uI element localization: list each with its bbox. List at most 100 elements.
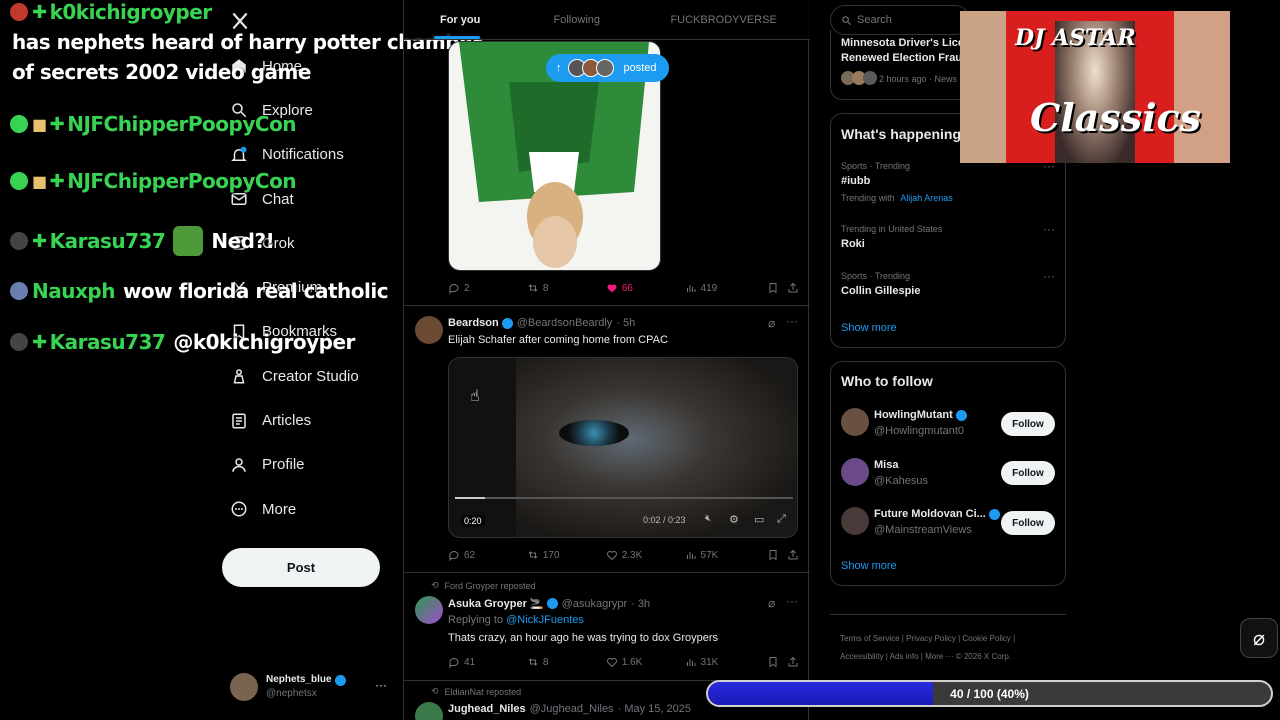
like-count: 66 [621,282,633,294]
more-dots-icon[interactable]: ··· [1043,269,1055,283]
search-icon [842,15,852,25]
eye-shape [559,420,629,446]
heart-icon [606,658,617,668]
show-more-link[interactable]: Show more [841,560,897,572]
reply-button[interactable]: 62 [448,549,527,561]
post-button[interactable]: Post [222,548,380,587]
kick-badge-icon [10,172,28,190]
account-switcher[interactable]: Nephets_blue @nephetsx ··· [230,670,390,704]
plus-badge-icon: ✚ [32,331,47,353]
grok-floating-button[interactable]: ⌀ [1240,618,1278,658]
tweet-time[interactable]: · 3h [631,598,650,610]
settings-icon[interactable]: ⚙ [729,513,739,526]
bookmark-button[interactable] [767,282,787,294]
repost-label[interactable]: EldianNat reposted [445,687,522,697]
author-handle[interactable]: @Jughead_Niles [530,703,614,715]
fullscreen-icon[interactable]: ⤢ [777,513,786,526]
bookmark-button[interactable] [767,549,787,561]
view-count: 31K [700,656,719,668]
repost-count: 8 [542,282,549,294]
nav-more[interactable]: More [222,487,402,531]
chat-message: ✚ Karasu737 Ned?! [10,226,275,256]
repost-button[interactable]: 170 [527,549,606,561]
video-scrubber[interactable] [455,497,793,499]
repost-button[interactable]: 8 [527,282,606,294]
more-dots-icon[interactable]: ··· [786,594,798,608]
repost-label[interactable]: Ford Groyper reposted [445,581,536,591]
trend-category: Sports · Trending [841,161,911,171]
posted-pill[interactable]: ↑ posted [546,54,669,82]
chat-badge-icon [10,3,28,21]
more-dots-icon[interactable]: ··· [375,678,387,692]
tweet-actions: 41 8 1.6K 31K [448,656,803,668]
tweet-video[interactable]: 0:20 0:02 / 0:23 🔇︎ ⚙ ▭ ⤢ [448,357,798,538]
tweet-text: Elijah Schafer after coming home from CP… [448,334,668,346]
follow-button[interactable]: Follow [1001,461,1055,485]
author-handle[interactable]: @asukagrypr [562,598,628,610]
more-dots-icon[interactable]: ··· [1043,222,1055,236]
follow-name: Future Moldovan Ci... [874,508,986,520]
tweet-time[interactable]: · 5h [616,317,635,329]
tab-following[interactable]: Following [516,0,637,39]
reply-button[interactable]: 2 [448,282,527,294]
pip-icon[interactable]: ▭ [754,513,764,526]
trend-extra-link[interactable]: Alijah Arenas [900,193,953,203]
like-button[interactable]: 2.3K [606,549,685,561]
video-duration: 0:20 [461,515,485,527]
author-handle[interactable]: @BeardsonBeardly [517,317,613,329]
footer-links[interactable]: Terms of Service | Privacy Policy | Cook… [840,634,1015,643]
dj-main-text: Classics [1030,95,1202,140]
bookmark-button[interactable] [767,656,787,668]
chat-username: Nauxph [32,279,115,303]
views-button[interactable]: 419 [685,282,768,294]
nav-profile[interactable]: Profile [222,443,402,487]
timeline-tabs: For you Following FUCKBRODYVERSE [404,0,810,40]
share-button[interactable] [787,282,803,294]
like-button[interactable]: 66 [606,282,685,294]
reply-button[interactable]: 41 [448,656,527,668]
repost-button[interactable]: 8 [527,656,606,668]
trend-name: Roki [841,238,865,250]
tab-fuckbrodyverse[interactable]: FUCKBRODYVERSE [637,0,810,39]
reply-to-link[interactable]: @NickJFuentes [506,614,584,626]
nav-label-creator-studio: Creator Studio [262,367,359,385]
repost-context: ⟲ EldianNat reposted [431,686,521,697]
chat-text: Ned?! [211,229,275,253]
avatar[interactable] [415,596,443,624]
views-button[interactable]: 57K [685,549,768,561]
tab-for-you[interactable]: For you [404,0,516,39]
show-more-link[interactable]: Show more [841,322,897,334]
reply-icon [449,551,459,561]
follow-button[interactable]: Follow [1001,511,1055,535]
mute-icon[interactable]: 🔇︎ [705,513,711,524]
tweet-time[interactable]: · May 15, 2025 [618,703,691,715]
bookmark-icon [769,657,777,668]
plus-badge-icon: ✚ [32,1,47,23]
tweet-header: Asuka Groyper 🚬 @asukagrypr · 3h [448,597,650,611]
chat-message: ✚ k0kichigroyper [10,0,212,24]
share-icon [788,282,798,293]
follow-handle: @MainstreamViews [874,524,972,536]
author-name[interactable]: Jughead_Niles [448,703,526,715]
grok-icon[interactable]: ⌀ [768,596,775,610]
tweet-actions: 2 8 66 419 [448,282,803,294]
share-button[interactable] [787,656,803,668]
share-button[interactable] [787,549,803,561]
author-name[interactable]: Asuka Groyper [448,598,527,610]
follow-button[interactable]: Follow [1001,412,1055,436]
footer-links[interactable]: Accessibility | Ads info | More ··· © 20… [840,652,1011,661]
grok-icon[interactable]: ⌀ [768,316,775,330]
author-name[interactable]: Beardson [448,317,499,329]
repost-icon [528,284,538,292]
like-button[interactable]: 1.6K [606,656,685,668]
search-placeholder: Search [857,14,892,26]
emoji-icon: 🚬 [529,598,544,610]
article-icon [232,413,246,429]
avatar[interactable] [415,702,443,720]
nav-creator-studio[interactable]: Creator Studio [222,354,402,398]
nav-label-more: More [262,500,297,518]
nav-articles[interactable]: Articles [222,398,402,442]
avatar[interactable] [415,316,443,344]
views-button[interactable]: 31K [685,656,768,668]
more-dots-icon[interactable]: ··· [786,314,798,328]
